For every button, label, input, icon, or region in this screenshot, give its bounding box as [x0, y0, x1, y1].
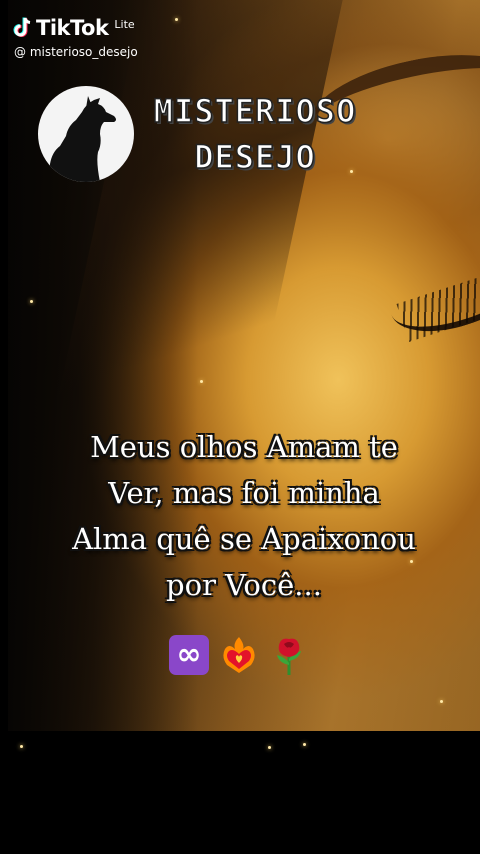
emoji-row: ∞ [168, 634, 310, 676]
tiktok-wordmark: TikTok [36, 16, 109, 40]
sparkle [200, 380, 203, 383]
tiktok-logo: TikTok Lite [12, 16, 135, 40]
quote-line: Meus olhos Amam te [90, 430, 398, 464]
brand-line-2: DESEJO [193, 137, 316, 177]
sparkle [30, 300, 33, 303]
heart-on-fire-icon [218, 634, 260, 676]
sparkle [20, 745, 23, 748]
tiktok-note-icon [13, 17, 31, 37]
quote-line: Alma quê se Apaixonou [72, 522, 416, 556]
quote-line: Ver, mas foi minha [108, 476, 380, 510]
tiktok-edition: Lite [114, 18, 135, 31]
wolf-silhouette-icon [48, 96, 116, 182]
sparkle [440, 700, 443, 703]
sparkle [175, 18, 178, 21]
sparkle [303, 743, 306, 746]
channel-brand-title: MISTERIOSO DESEJO [130, 88, 380, 180]
quote-line: por Você... [166, 568, 322, 602]
brand-line-1: MISTERIOSO [153, 91, 357, 131]
quote-caption: Meus olhos Amam te Ver, mas foi minha Al… [14, 424, 474, 608]
creator-username: @ misterioso_desejo [14, 45, 138, 59]
rose-icon [268, 634, 310, 676]
howling-wolf-logo [38, 86, 134, 182]
infinity-icon: ∞ [168, 634, 210, 676]
sparkle [268, 746, 271, 749]
